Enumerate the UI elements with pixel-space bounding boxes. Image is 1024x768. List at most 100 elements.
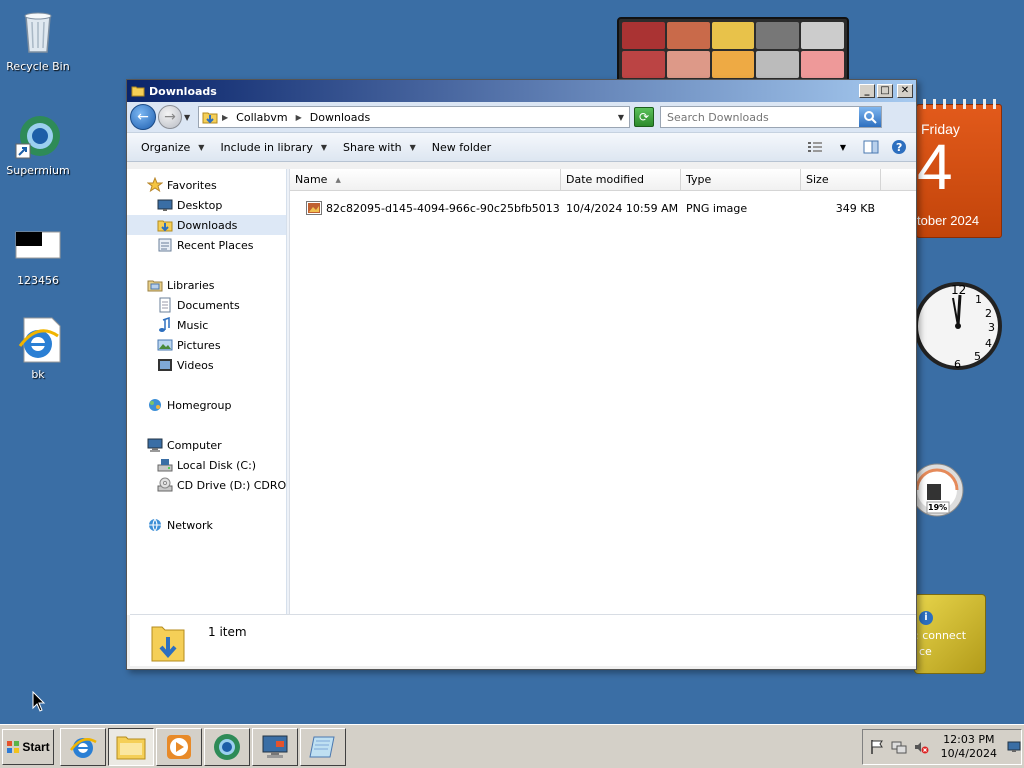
organize-button[interactable]: Organize ▼ <box>133 137 212 158</box>
address-bar[interactable]: ▶ Collabvm ▶ Downloads ▼ <box>198 106 630 128</box>
notepad-icon <box>309 736 335 757</box>
recent-pages-dropdown[interactable]: ▼ <box>184 113 194 122</box>
taskbar-windows-explorer[interactable] <box>108 727 154 766</box>
desktop-icon-supermium[interactable]: Supermium <box>0 112 76 177</box>
nav-label: CD Drive (D:) CDROM <box>177 478 287 492</box>
change-view-icon[interactable] <box>804 137 826 157</box>
cpu-meter-gadget[interactable]: 19% <box>910 460 964 522</box>
new-folder-label: New folder <box>431 140 492 154</box>
desktop-icon-recycle-bin[interactable]: Recycle Bin <box>0 8 76 73</box>
nav-network[interactable]: Network <box>127 515 286 535</box>
column-header-size[interactable]: Size <box>801 169 881 190</box>
nav-favorites[interactable]: Favorites <box>127 175 286 195</box>
column-header-name[interactable]: Name ▲ <box>290 169 561 190</box>
taskbar-notepad[interactable] <box>300 727 346 766</box>
back-button[interactable]: ← <box>130 104 156 130</box>
search-box[interactable] <box>660 106 882 128</box>
new-folder-button[interactable]: New folder <box>424 137 499 158</box>
libraries-icon <box>147 280 163 292</box>
windows-explorer-icon <box>116 736 146 759</box>
column-date-label: Date modified <box>566 173 644 186</box>
nav-label: Documents <box>177 298 240 312</box>
column-size-label: Size <box>806 173 829 186</box>
nav-label: Pictures <box>177 338 221 352</box>
taskbar-remote-desktop[interactable] <box>252 727 298 766</box>
details-pane: 1 item <box>130 614 916 666</box>
image-file-icon <box>14 222 62 270</box>
navigation-pane[interactable]: Favorites Desktop Downloads Recent Place… <box>127 169 287 615</box>
nav-documents[interactable]: Documents <box>127 295 286 315</box>
clock-gadget[interactable]: 12 1 2 3 4 5 6 <box>908 262 1002 390</box>
address-row: ← → ▼ ▶ Collabvm ▶ Downloads ▼ ⟳ <box>127 102 916 132</box>
breadcrumb-separator[interactable]: ▶ <box>222 113 228 122</box>
search-icon[interactable] <box>859 107 881 127</box>
help-icon[interactable]: ? <box>888 137 910 157</box>
taskbar-supermium[interactable] <box>204 727 250 766</box>
show-desktop-icon[interactable] <box>1007 741 1021 753</box>
column-header-type[interactable]: Type <box>681 169 801 190</box>
nav-homegroup[interactable]: Homegroup <box>127 395 286 415</box>
nav-pictures[interactable]: Pictures <box>127 335 286 355</box>
nav-label: Local Disk (C:) <box>177 458 257 472</box>
file-name: 82c82095-d145-4094-966c-90c25bfb5013 <box>326 201 560 215</box>
tray-clock[interactable]: 12:03 PM 10/4/2024 <box>941 733 997 761</box>
organize-label: Organize <box>141 140 191 154</box>
forward-button[interactable]: → <box>158 105 182 129</box>
column-type-label: Type <box>686 173 712 186</box>
address-dropdown[interactable]: ▼ <box>613 113 629 122</box>
view-options-dropdown[interactable]: ▼ <box>832 137 854 157</box>
nav-desktop[interactable]: Desktop <box>127 195 286 215</box>
breadcrumb-separator[interactable]: ▶ <box>296 113 302 122</box>
internet-explorer-icon <box>70 737 97 758</box>
file-list-pane[interactable]: Name ▲ Date modified Type Size 82c82095-d… <box>290 169 916 615</box>
nav-local-disk-c[interactable]: Local Disk (C:) <box>127 455 286 475</box>
network-status-icon[interactable] <box>891 739 907 755</box>
start-button[interactable]: Start <box>2 728 54 765</box>
action-center-flag-icon[interactable] <box>869 739 885 755</box>
calendar-rings <box>923 99 997 109</box>
downloads-folder-large-icon <box>151 626 185 662</box>
nav-music[interactable]: Music <box>127 315 286 335</box>
computer-icon <box>147 438 163 452</box>
svg-text:2: 2 <box>985 307 992 320</box>
nav-videos[interactable]: Videos <box>127 355 286 375</box>
taskbar-internet-explorer[interactable] <box>60 727 106 766</box>
recent-places-icon <box>158 238 172 252</box>
minimize-button[interactable]: _ <box>859 84 875 98</box>
file-size: 349 KB <box>835 201 875 215</box>
nav-recent-places[interactable]: Recent Places <box>127 235 286 255</box>
folder-icon <box>131 86 145 97</box>
nav-computer[interactable]: Computer <box>127 435 286 455</box>
share-with-button[interactable]: Share with ▼ <box>335 137 424 158</box>
include-in-library-button[interactable]: Include in library ▼ <box>212 137 335 158</box>
remote-desktop-icon <box>262 735 288 758</box>
close-button[interactable]: ✕ <box>897 84 913 98</box>
sort-ascending-icon: ▲ <box>335 175 341 184</box>
window-titlebar[interactable]: Downloads _ □ ✕ <box>127 80 916 102</box>
breadcrumb-downloads[interactable]: Downloads <box>310 111 370 124</box>
share-label: Share with <box>343 140 402 154</box>
maximize-button[interactable]: □ <box>877 84 893 98</box>
calendar-gadget[interactable]: Friday 4 tober 2024 <box>916 99 1002 238</box>
media-player-icon <box>167 734 191 759</box>
search-input[interactable] <box>667 110 859 124</box>
supermium-icon <box>14 112 62 160</box>
column-header-date[interactable]: Date modified <box>561 169 681 190</box>
taskbar-media-player[interactable] <box>156 727 202 766</box>
nav-downloads[interactable]: Downloads <box>127 215 286 235</box>
desktop-icon-bk[interactable]: bk <box>0 316 76 381</box>
clock-face-icon: 12 1 2 3 4 5 6 <box>914 282 1002 371</box>
breadcrumb-collabvm[interactable]: Collabvm <box>236 111 287 124</box>
file-row[interactable]: 82c82095-d145-4094-966c-90c25bfb5013 10/… <box>290 197 916 219</box>
tray-date: 10/4/2024 <box>940 747 997 760</box>
desktop-icon-123456[interactable]: 123456 <box>0 222 76 287</box>
feed-gadget[interactable]: i : connect ce <box>914 594 986 674</box>
refresh-button[interactable]: ⟳ <box>634 107 654 127</box>
preview-pane-icon[interactable] <box>860 137 882 157</box>
nav-libraries[interactable]: Libraries <box>127 275 286 295</box>
nav-cd-drive-d[interactable]: CD Drive (D:) CDROM <box>127 475 286 495</box>
system-tray: 12:03 PM 10/4/2024 <box>862 729 1022 765</box>
volume-muted-icon[interactable] <box>913 739 929 755</box>
slideshow-gadget[interactable] <box>617 17 849 83</box>
nav-label: Music <box>177 318 209 332</box>
